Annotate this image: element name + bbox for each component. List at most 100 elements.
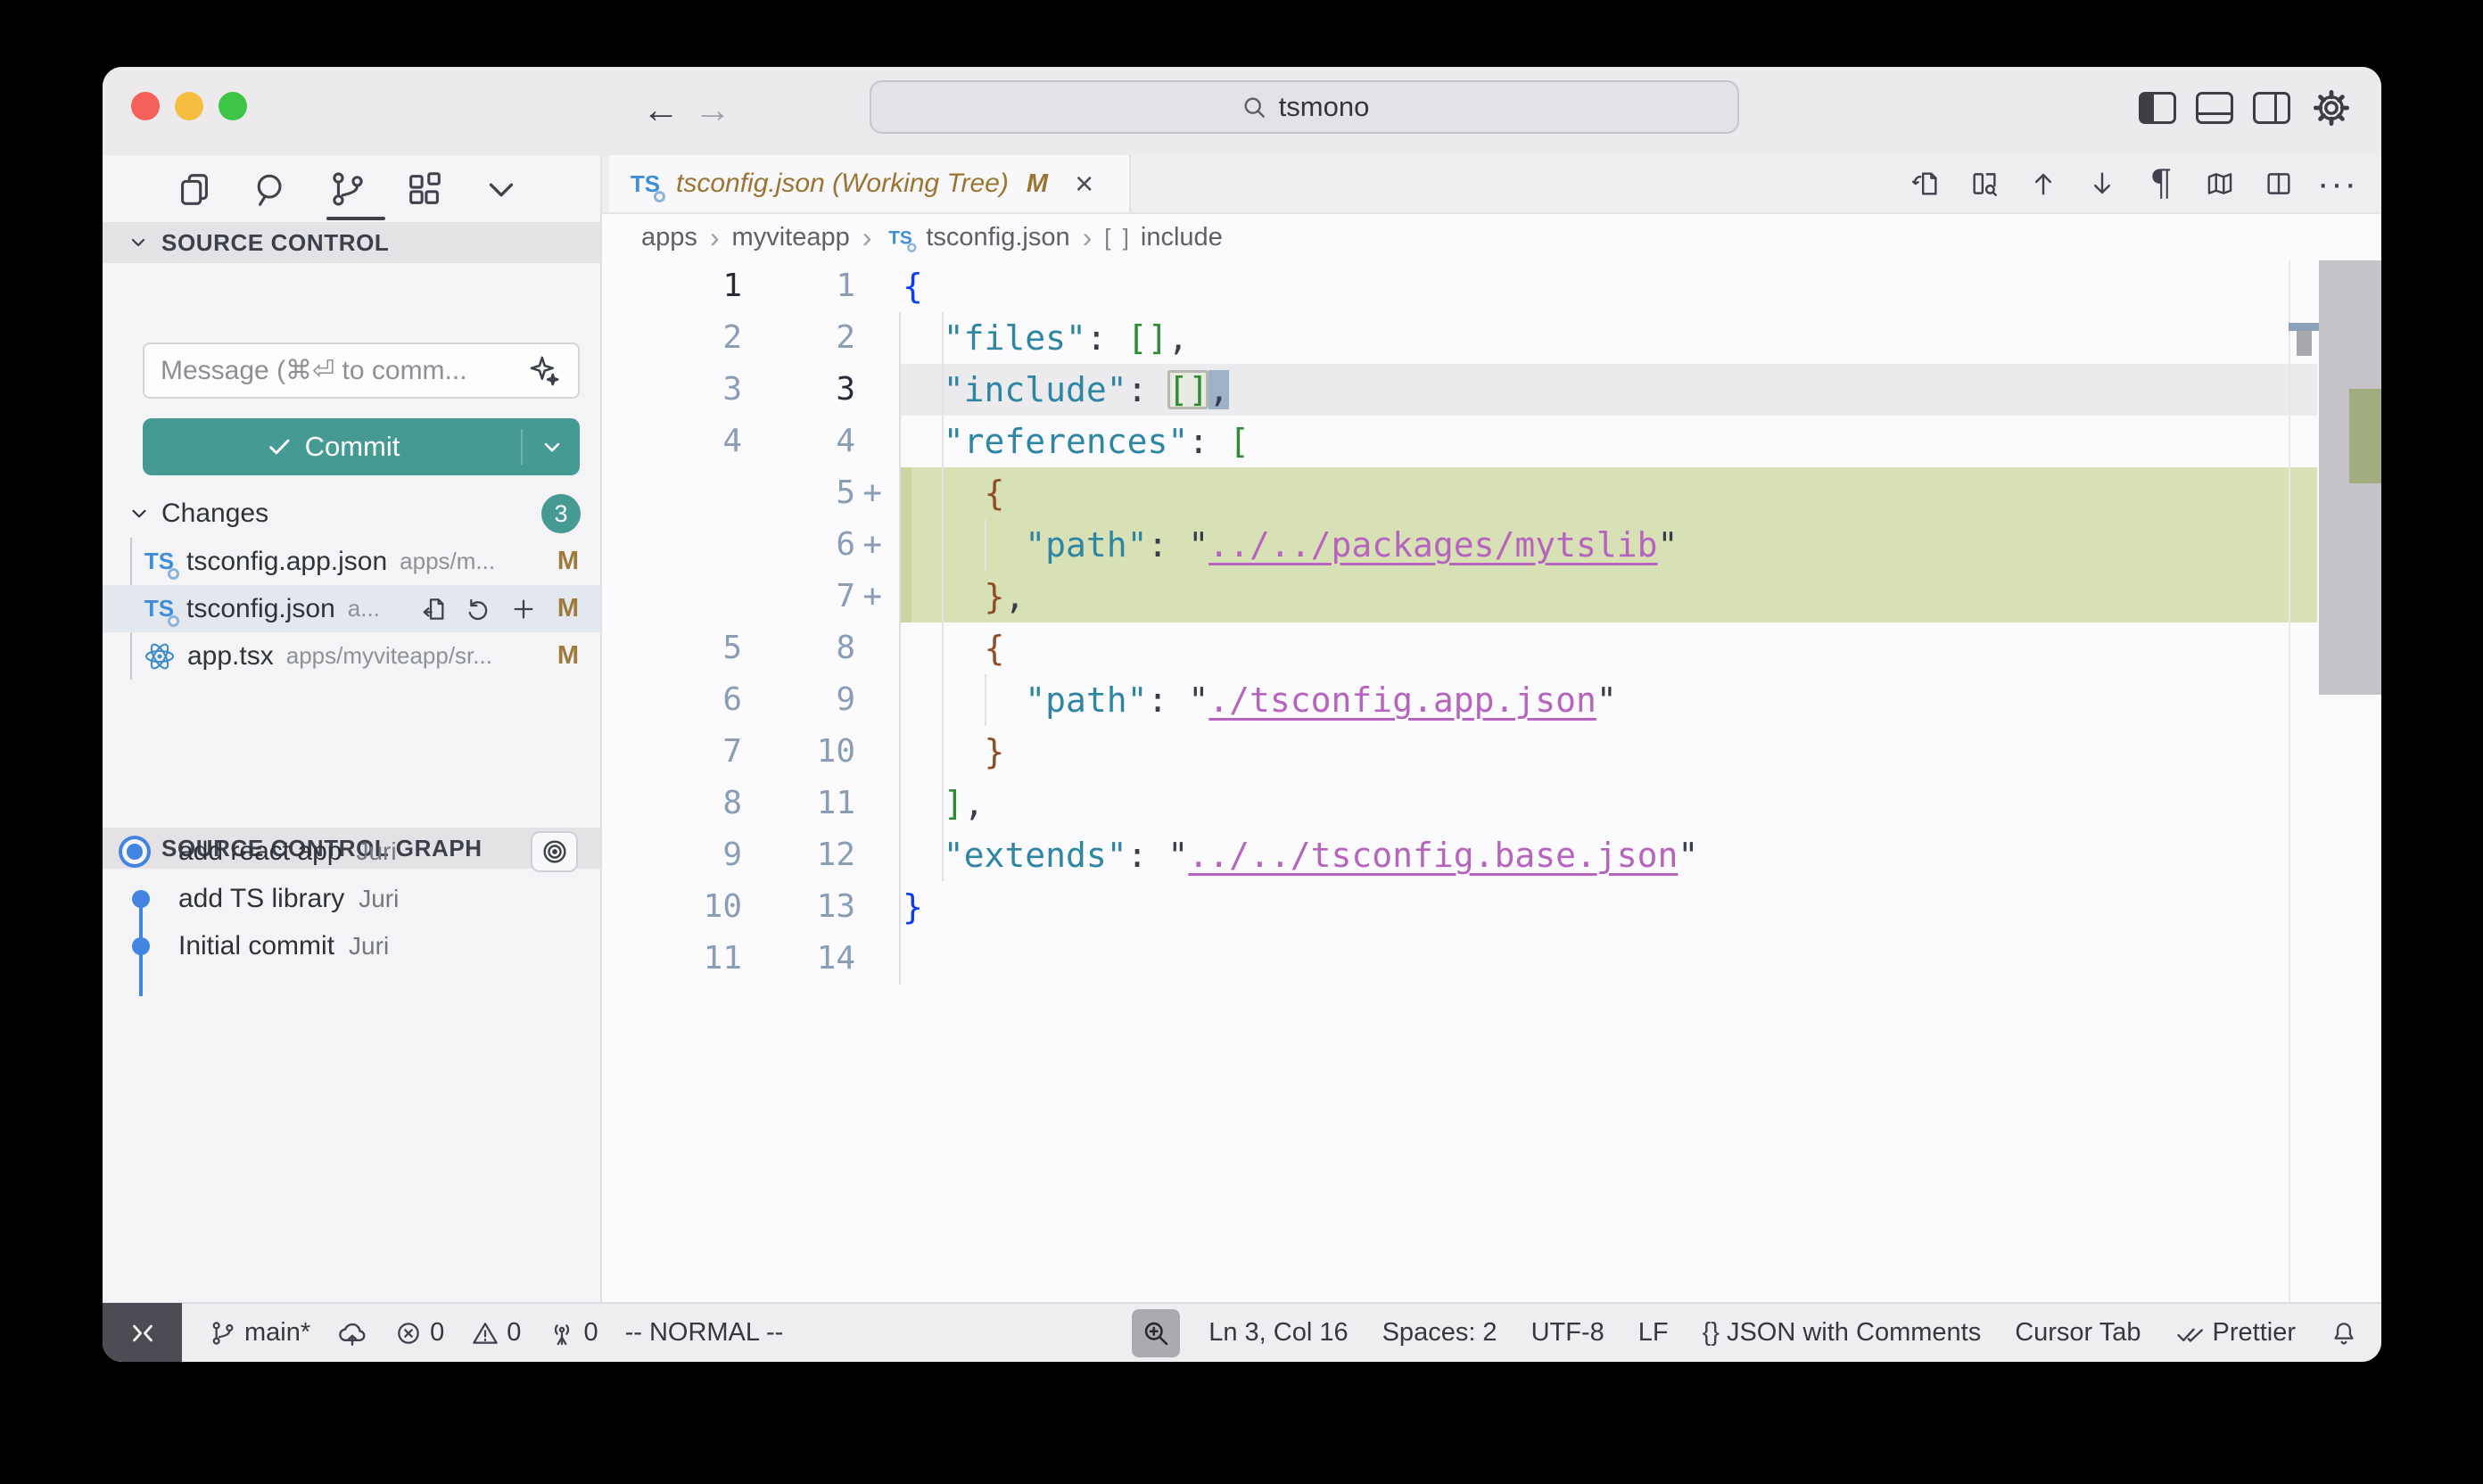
settings-gear-icon[interactable] [2310,87,2353,129]
explorer-icon[interactable] [174,169,215,210]
status-item[interactable]: LF [1638,1318,1669,1348]
status-item[interactable] [2330,1319,2358,1348]
command-center-search[interactable]: tsmono [870,80,1739,134]
status-item[interactable]: 0 [471,1318,521,1348]
next-change-icon[interactable] [2082,163,2123,204]
status-item[interactable]: -- NORMAL -- [625,1318,784,1348]
commit-row[interactable]: add react appJuri [103,828,600,875]
modified-badge: M [557,547,579,576]
source-control-icon[interactable] [327,169,368,210]
changed-file-row[interactable]: TStsconfig.jsona...M [103,585,600,632]
code-line[interactable]: 5+ { [602,467,2381,519]
changed-file-row[interactable]: TStsconfig.app.jsonapps/m...M [103,538,600,585]
code-line[interactable]: 1013} [602,881,2381,933]
more-actions-icon[interactable]: ··· [2317,163,2358,204]
toggle-primary-sidebar-icon[interactable] [2139,92,2176,124]
code-line[interactable]: 33 "include": [], [602,364,2381,416]
status-item[interactable]: Spaces: 2 [1382,1318,1497,1348]
toggle-panel-icon[interactable] [2196,92,2233,124]
code-line[interactable]: 7+ }, [602,571,2381,622]
code-line[interactable]: 69 "path": "./tsconfig.app.json" [602,674,2381,726]
status-item[interactable] [337,1318,367,1348]
commit-button[interactable]: Commit [143,418,580,475]
new-line-number: 11 [751,778,855,829]
commit-row[interactable]: add TS libraryJuri [103,875,600,922]
code-text: { [903,467,1004,519]
navigate-forward-button[interactable]: → [689,83,736,136]
status-item-label: 0 [507,1318,521,1348]
search-view-icon[interactable] [251,169,292,210]
split-editor-icon[interactable] [2258,163,2299,204]
code-line[interactable]: 11{ [602,260,2381,312]
code-line[interactable]: 710 } [602,726,2381,778]
commit-message: add react app [178,837,342,867]
status-item[interactable]: Prettier [2175,1318,2296,1348]
commit-dropdown-button[interactable] [524,418,580,475]
commit-button-label: Commit [305,431,400,463]
modified-badge: M [557,594,579,623]
sparkle-ai-icon[interactable] [528,354,562,388]
old-line-number: 2 [602,312,742,364]
close-window-button[interactable] [131,92,160,120]
commit-row[interactable]: Initial commitJuri [103,922,600,969]
status-item[interactable]: main* [209,1318,310,1348]
diff-editor[interactable]: 11{22 "files": [],33 "include": [],44 "r… [602,260,2381,1302]
status-item[interactable]: 0 [394,1318,444,1348]
open-file-icon[interactable] [420,595,449,623]
breadcrumb-item[interactable]: myviteapp [732,223,850,252]
source-control-section-header[interactable]: SOURCE CONTROL [103,222,600,263]
file-name: tsconfig.app.json [186,547,387,577]
changed-files-list: TStsconfig.app.jsonapps/m...MTStsconfig.… [103,538,600,680]
changed-file-row[interactable]: app.tsxapps/myviteapp/sr...M [103,632,600,680]
status-item[interactable]: 0 [548,1318,598,1348]
titlebar-actions [2139,87,2353,129]
status-item[interactable]: Cursor Tab [2015,1318,2141,1348]
prev-change-icon[interactable] [2023,163,2064,204]
toggle-secondary-sidebar-icon[interactable] [2253,92,2290,124]
changes-group-header[interactable]: Changes 3 [103,491,600,536]
breadcrumb-item[interactable]: TStsconfig.json [884,221,1069,254]
status-item[interactable]: {}JSON with Comments [1703,1318,1982,1348]
gutter-separator [899,312,901,985]
code-line[interactable]: 44 "references": [ [602,416,2381,467]
code-line[interactable]: 22 "files": [], [602,312,2381,364]
tab-tsconfig-working-tree[interactable]: TS tsconfig.json (Working Tree) M × [609,155,1131,212]
code-line[interactable]: 6+ "path": "../../packages/mytslib" [602,519,2381,571]
code-text: "extends": "../../tsconfig.base.json" [903,829,1698,881]
tab-title: tsconfig.json (Working Tree) [676,169,1009,199]
discard-icon[interactable] [465,595,493,623]
compare-editor-icon[interactable] [1964,163,2005,204]
code-line[interactable]: 58 { [602,622,2381,674]
new-line-number: 3 [751,364,855,416]
goto-current-history-item-button[interactable] [531,831,578,872]
remote-indicator[interactable] [103,1303,182,1362]
map-view-icon[interactable] [2199,163,2240,204]
breadcrumb: apps›myviteapp›TStsconfig.json›[ ]includ… [602,214,2381,260]
status-item-label: -- NORMAL -- [625,1318,784,1348]
tab-modified-badge: M [1027,169,1048,199]
stage-icon[interactable] [509,595,538,623]
commit-message-input[interactable]: Message (⌘⏎ to comm... [143,342,580,399]
open-changes-icon[interactable] [1905,163,1946,204]
check-icon [266,433,293,460]
overview-added-decoration [2349,389,2381,483]
code-line[interactable]: 811 ], [602,778,2381,829]
chevron-down-icon[interactable] [481,169,522,210]
status-item[interactable]: UTF-8 [1531,1318,1604,1348]
breadcrumb-item[interactable]: [ ]include [1104,223,1223,252]
whitespace-icon[interactable]: ¶ [2141,163,2182,204]
old-line-number [602,519,742,571]
zoom-indicator[interactable] [1132,1309,1180,1357]
code-line[interactable]: 912 "extends": "../../tsconfig.base.json… [602,829,2381,881]
navigate-back-button[interactable]: ← [638,83,684,136]
code-line[interactable]: 1114 [602,933,2381,985]
breadcrumb-item[interactable]: apps [641,223,697,252]
status-item-label: Ln 3, Col 16 [1209,1318,1348,1348]
old-line-number: 10 [602,881,742,933]
close-tab-icon[interactable]: × [1075,165,1093,202]
extensions-icon[interactable] [404,169,445,210]
minimize-window-button[interactable] [175,92,203,120]
zoom-window-button[interactable] [219,92,247,120]
status-item[interactable]: Ln 3, Col 16 [1209,1318,1348,1348]
overview-selection-decoration [2297,331,2312,356]
